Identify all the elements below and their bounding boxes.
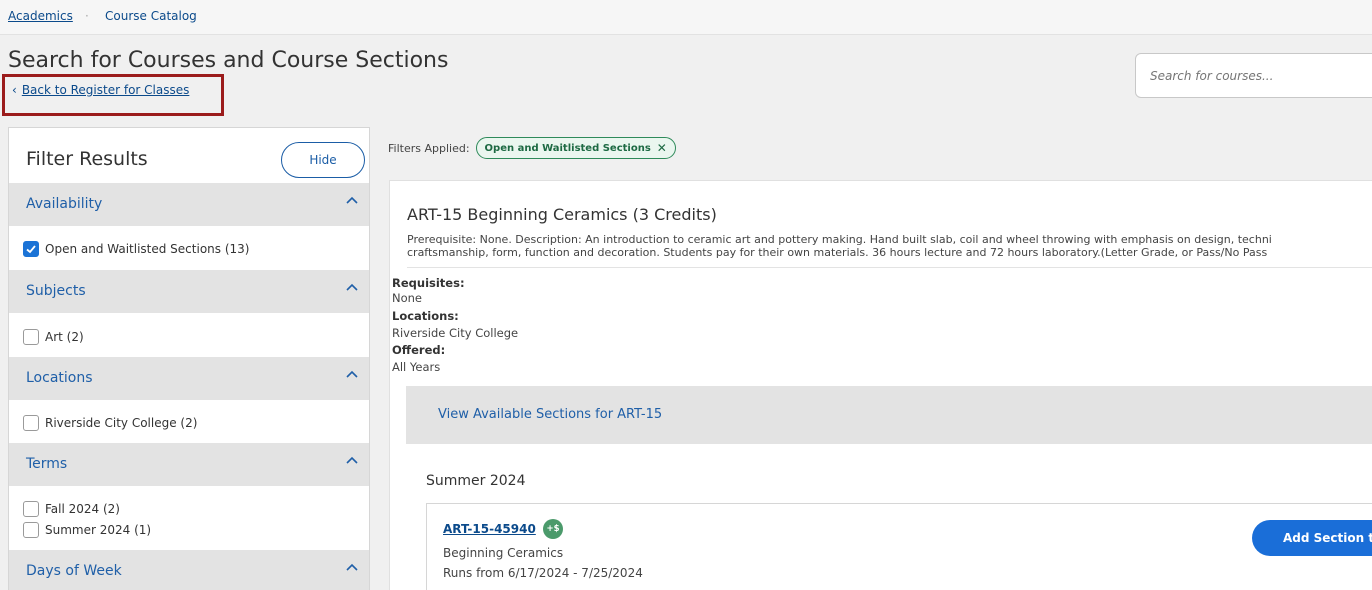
view-sections-link[interactable]: View Available Sections for ART-15: [438, 407, 662, 422]
back-to-register-link[interactable]: ‹ Back to Register for Classes: [12, 83, 189, 97]
filter-option-summer-2024[interactable]: Summer 2024 (1): [23, 522, 151, 538]
checkbox-icon[interactable]: [23, 501, 39, 517]
hide-filters-button[interactable]: Hide: [281, 142, 365, 178]
locations-value: Riverside City College: [392, 326, 519, 340]
filter-option-label: Open and Waitlisted Sections (13): [45, 242, 250, 256]
section-dates: Runs from 6/17/2024 - 7/25/2024: [443, 566, 643, 580]
add-section-button[interactable]: Add Section to: [1252, 520, 1372, 556]
filter-section-label: Terms: [26, 456, 68, 472]
offered-value: All Years: [392, 360, 441, 374]
filter-option-label: Riverside City College (2): [45, 416, 198, 430]
filter-option-art[interactable]: Art (2): [23, 329, 84, 345]
checkbox-icon[interactable]: [23, 415, 39, 431]
filter-section-label: Availability: [26, 196, 103, 212]
requisites-label: Requisites:: [392, 276, 465, 290]
view-sections-toggle[interactable]: View Available Sections for ART-15: [406, 386, 1372, 444]
filter-section-label: Days of Week: [26, 563, 122, 579]
chevron-left-icon: ‹: [12, 83, 17, 97]
divider: [407, 267, 1372, 268]
filter-section-availability[interactable]: Availability: [9, 183, 369, 226]
checkbox-checked-icon[interactable]: [23, 241, 39, 257]
chevron-up-icon: [346, 370, 358, 378]
close-icon[interactable]: ✕: [657, 141, 667, 155]
filters-applied-label: Filters Applied:: [388, 141, 470, 155]
filter-section-locations[interactable]: Locations: [9, 357, 369, 400]
section-name: Beginning Ceramics: [443, 546, 564, 560]
search-input[interactable]: [1136, 54, 1372, 97]
filter-chip-label: Open and Waitlisted Sections: [484, 142, 651, 154]
filter-section-label: Locations: [26, 370, 93, 386]
checkbox-icon[interactable]: [23, 522, 39, 538]
breadcrumb-academics-link[interactable]: Academics: [8, 9, 73, 23]
chevron-up-icon: [346, 456, 358, 464]
chevron-up-icon: [346, 196, 358, 204]
filter-chip-open-waitlisted[interactable]: Open and Waitlisted Sections ✕: [475, 137, 676, 159]
filter-title: Filter Results: [26, 148, 148, 170]
course-description-line: craftsmanship, form, function and decora…: [407, 246, 1268, 259]
filter-option-label: Summer 2024 (1): [45, 523, 152, 537]
filter-option-fall-2024[interactable]: Fall 2024 (2): [23, 501, 120, 517]
course-title: ART-15 Beginning Ceramics (3 Credits): [407, 205, 717, 224]
breadcrumb-current[interactable]: Course Catalog: [105, 9, 197, 23]
filter-option-label: Fall 2024 (2): [45, 502, 120, 516]
requisites-value: None: [392, 291, 423, 305]
checkbox-icon[interactable]: [23, 329, 39, 345]
offered-label: Offered:: [392, 343, 446, 357]
chevron-up-icon: [346, 563, 358, 571]
course-card: ART-15 Beginning Ceramics (3 Credits) Pr…: [389, 180, 1372, 590]
filter-option-open-waitlisted[interactable]: Open and Waitlisted Sections (13): [23, 241, 249, 257]
filter-section-terms[interactable]: Terms: [9, 443, 369, 486]
section-card: ART-15-45940 +$ Beginning Ceramics Runs …: [426, 503, 1372, 590]
filter-option-riverside[interactable]: Riverside City College (2): [23, 415, 197, 431]
chevron-up-icon: [346, 283, 358, 291]
page-title: Search for Courses and Course Sections: [8, 48, 449, 73]
filters-applied: Filters Applied: Open and Waitlisted Sec…: [388, 137, 676, 159]
breadcrumb: Academics · Course Catalog: [0, 0, 1372, 35]
course-description-line: Prerequisite: None. Description: An intr…: [407, 233, 1272, 246]
filter-section-days-of-week[interactable]: Days of Week: [9, 550, 369, 590]
section-id-link[interactable]: ART-15-45940: [443, 522, 536, 536]
filter-section-label: Subjects: [26, 283, 86, 299]
filter-sidebar: Filter Results Hide Availability Open an…: [8, 127, 370, 590]
fee-icon: +$: [543, 519, 563, 539]
back-link-label: Back to Register for Classes: [21, 83, 190, 97]
locations-label: Locations:: [392, 309, 459, 323]
filter-option-label: Art (2): [45, 330, 84, 344]
breadcrumb-separator: ·: [85, 9, 89, 23]
course-description: Prerequisite: None. Description: An intr…: [407, 233, 1372, 259]
filter-section-subjects[interactable]: Subjects: [9, 270, 369, 313]
term-heading: Summer 2024: [426, 473, 526, 489]
search-box: [1135, 53, 1372, 98]
